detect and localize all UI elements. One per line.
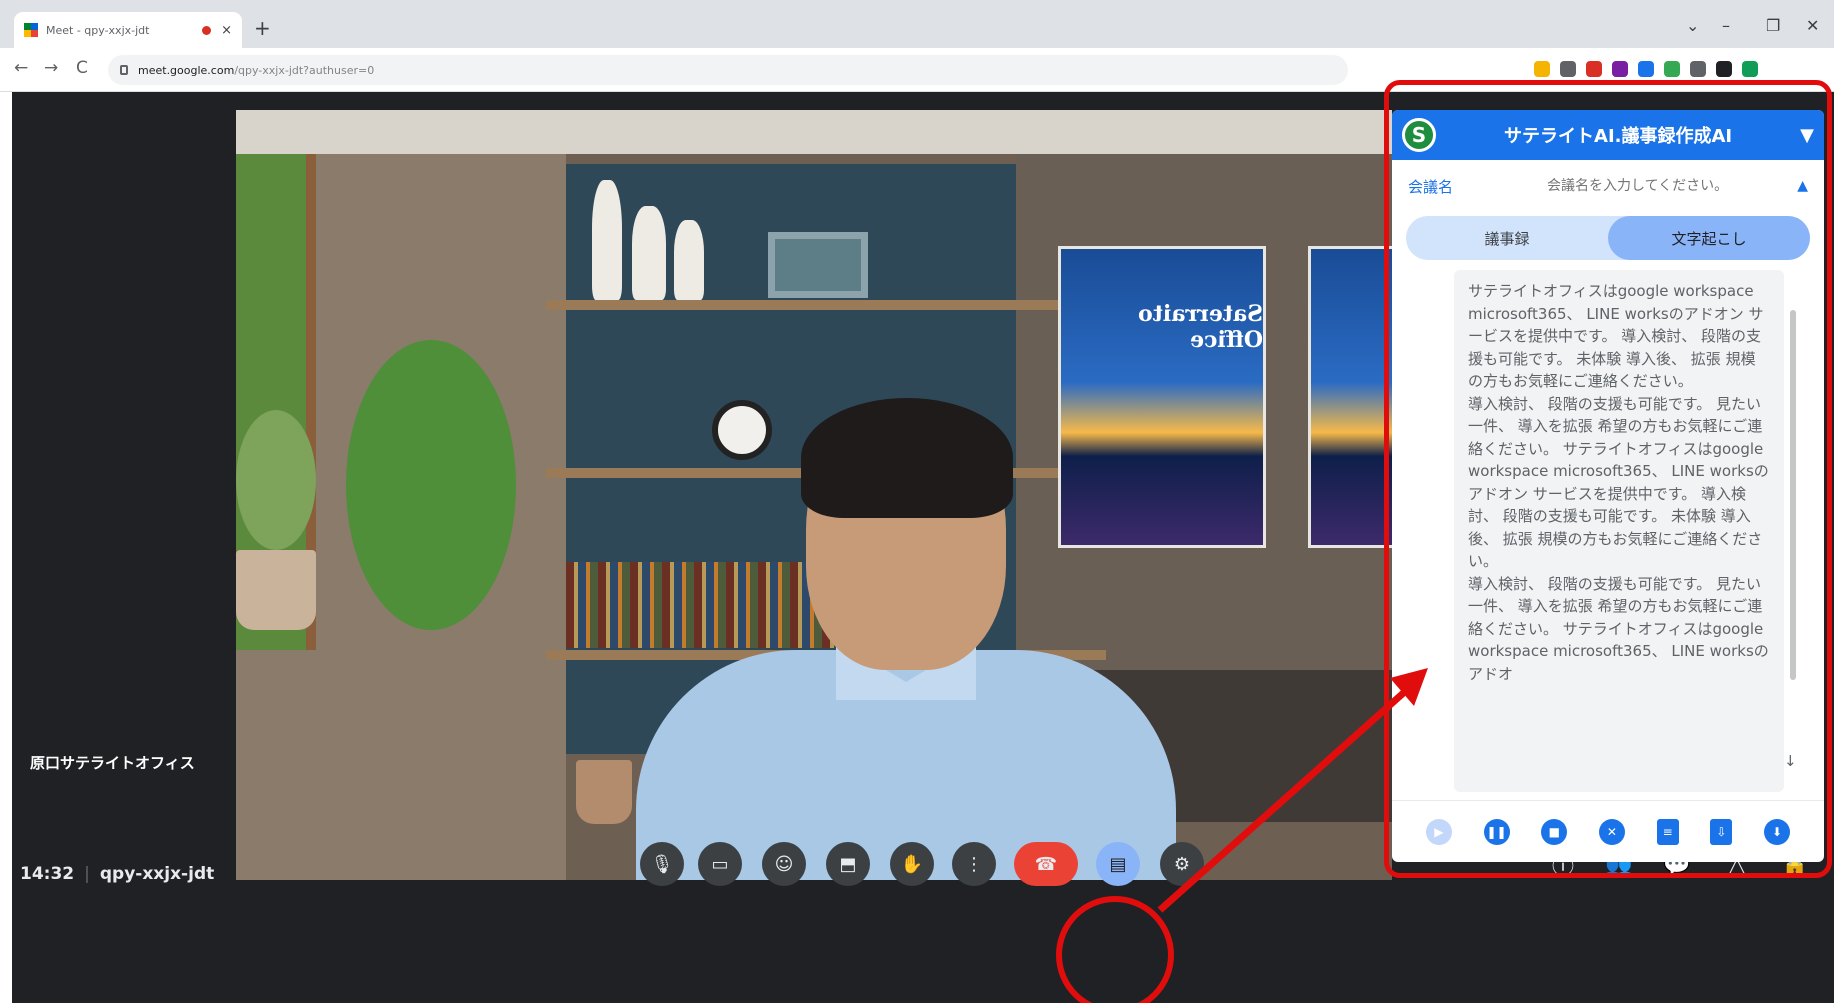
settings-button[interactable]: ⚙	[1160, 842, 1204, 886]
clipboard-button[interactable]: ⇩	[1710, 818, 1733, 845]
plant	[346, 340, 516, 630]
raise-hand-icon: ✋	[900, 853, 924, 875]
panel-footer: ▶ ❚❚ ■ ✕ ≡ ⇩ ⬇	[1392, 800, 1824, 862]
separator: |	[84, 864, 90, 884]
satellite-ai-panel: S サテライトAI.議事録作成AI ▼ 会議名 ▲ 議事録 文字起こし サテライ…	[1392, 110, 1824, 862]
scroll-down-icon[interactable]: ↓	[1784, 752, 1797, 770]
poster	[1308, 246, 1392, 548]
download-button[interactable]: ⬇	[1764, 818, 1791, 845]
url-text: meet.google.com/qpy-xxjx-jdt?authuser=0	[138, 63, 375, 77]
new-tab-button[interactable]: +	[254, 16, 271, 40]
camera-icon: ▭	[711, 853, 729, 875]
vase	[592, 180, 622, 300]
scrollbar-thumb[interactable]	[1790, 310, 1796, 680]
extension-icon[interactable]	[1586, 61, 1602, 77]
meeting-name-row: 会議名 ▲	[1392, 160, 1824, 212]
meeting-name-label: 会議名	[1408, 177, 1454, 196]
more-button[interactable]: ⋮	[952, 842, 996, 886]
lock-icon	[120, 65, 128, 75]
pot	[576, 760, 632, 824]
meeting-name-input[interactable]	[1478, 178, 1798, 194]
maximize-button[interactable]: ❐	[1766, 16, 1780, 35]
vase	[674, 220, 704, 300]
extension-icon: ▤	[1109, 853, 1127, 875]
reactions-button[interactable]: ☺	[762, 842, 806, 886]
tab-minutes[interactable]: 議事録	[1406, 216, 1608, 260]
extension-icon[interactable]	[1560, 61, 1576, 77]
minimize-button[interactable]: –	[1722, 16, 1730, 35]
tab-transcription[interactable]: 文字起こし	[1608, 216, 1810, 260]
end-call-button[interactable]: ☎	[1014, 842, 1078, 886]
play-button[interactable]: ▶	[1425, 818, 1452, 845]
shelf-top	[546, 300, 1106, 310]
pause-button[interactable]: ❚❚	[1483, 818, 1510, 845]
meeting-info: 14:32 | qpy-xxjx-jdt	[20, 864, 214, 884]
cancel-button[interactable]: ✕	[1598, 818, 1625, 845]
extension-icon[interactable]	[1716, 61, 1732, 77]
clock	[712, 400, 772, 460]
panel-header: S サテライトAI.議事録作成AI ▼	[1392, 110, 1824, 160]
omnibox[interactable]: meet.google.com/qpy-xxjx-jdt?authuser=0	[108, 55, 1348, 85]
close-window-button[interactable]: ✕	[1806, 16, 1819, 35]
tab-title: Meet - qpy-xxjx-jdt	[46, 23, 150, 37]
browser-tab-meet[interactable]: Meet - qpy-xxjx-jdt ×	[14, 12, 242, 48]
forward-button[interactable]: →	[44, 58, 58, 78]
extension-icon[interactable]	[1742, 61, 1758, 77]
picture-frame	[768, 232, 868, 298]
camera-button[interactable]: ▭	[698, 842, 742, 886]
vase	[632, 206, 666, 300]
settings-icon: ⚙	[1173, 853, 1191, 875]
books	[566, 562, 836, 648]
reactions-icon: ☺	[774, 853, 794, 875]
pot	[236, 550, 316, 630]
participant-video[interactable]: Saterraito Office	[236, 110, 1392, 880]
panel-collapse-icon[interactable]: ▼	[1800, 125, 1814, 146]
browser-tab-strip: Meet - qpy-xxjx-jdt × + ⌄ – ❐ ✕	[0, 0, 1834, 48]
participant-name: 原口サテライトオフィス	[30, 754, 195, 772]
plant	[236, 410, 316, 550]
extension-icon[interactable]	[1612, 61, 1628, 77]
recording-dot-icon	[202, 25, 212, 35]
meeting-time: 14:32	[20, 864, 75, 884]
transcript-scrollbar[interactable]	[1788, 270, 1798, 792]
mic-icon: 🎙	[650, 853, 674, 875]
poster-text: Saterraito Office	[1138, 301, 1263, 353]
present-icon: ⬒	[839, 853, 857, 875]
extension-icon[interactable]	[1664, 61, 1680, 77]
back-button[interactable]: ←	[14, 58, 28, 78]
end-call-icon: ☎	[1034, 853, 1058, 875]
extension-icon[interactable]	[1638, 61, 1654, 77]
ceiling	[236, 110, 1392, 154]
more-icon: ⋮	[965, 853, 983, 875]
extension-button[interactable]: ▤	[1096, 842, 1140, 886]
extension-icon[interactable]	[1690, 61, 1706, 77]
document-button[interactable]: ≡	[1656, 818, 1679, 845]
present-button[interactable]: ⬒	[826, 842, 870, 886]
address-bar-row: ← → C meet.google.com/qpy-xxjx-jdt?authu…	[0, 48, 1834, 92]
stop-button[interactable]: ■	[1541, 818, 1568, 845]
person-hair	[801, 398, 1013, 518]
reload-button[interactable]: C	[76, 58, 88, 78]
extension-icon[interactable]	[1534, 61, 1550, 77]
raise-hand-button[interactable]: ✋	[890, 842, 934, 886]
meeting-code: qpy-xxjx-jdt	[99, 864, 215, 884]
poster: Saterraito Office	[1058, 246, 1266, 548]
meet-favicon-icon	[24, 23, 38, 37]
tab-search-icon[interactable]: ⌄	[1686, 16, 1699, 35]
mic-button[interactable]: 🎙	[640, 842, 684, 886]
transcript-text: サテライトオフィスはgoogle workspace microsoft365、…	[1454, 270, 1784, 792]
panel-tabs: 議事録 文字起こし	[1406, 216, 1810, 260]
panel-title: サテライトAI.議事録作成AI	[1504, 126, 1733, 147]
meeting-collapse-icon[interactable]: ▲	[1797, 178, 1808, 194]
tab-close-icon[interactable]: ×	[221, 23, 232, 38]
satellite-logo-icon: S	[1402, 118, 1436, 152]
